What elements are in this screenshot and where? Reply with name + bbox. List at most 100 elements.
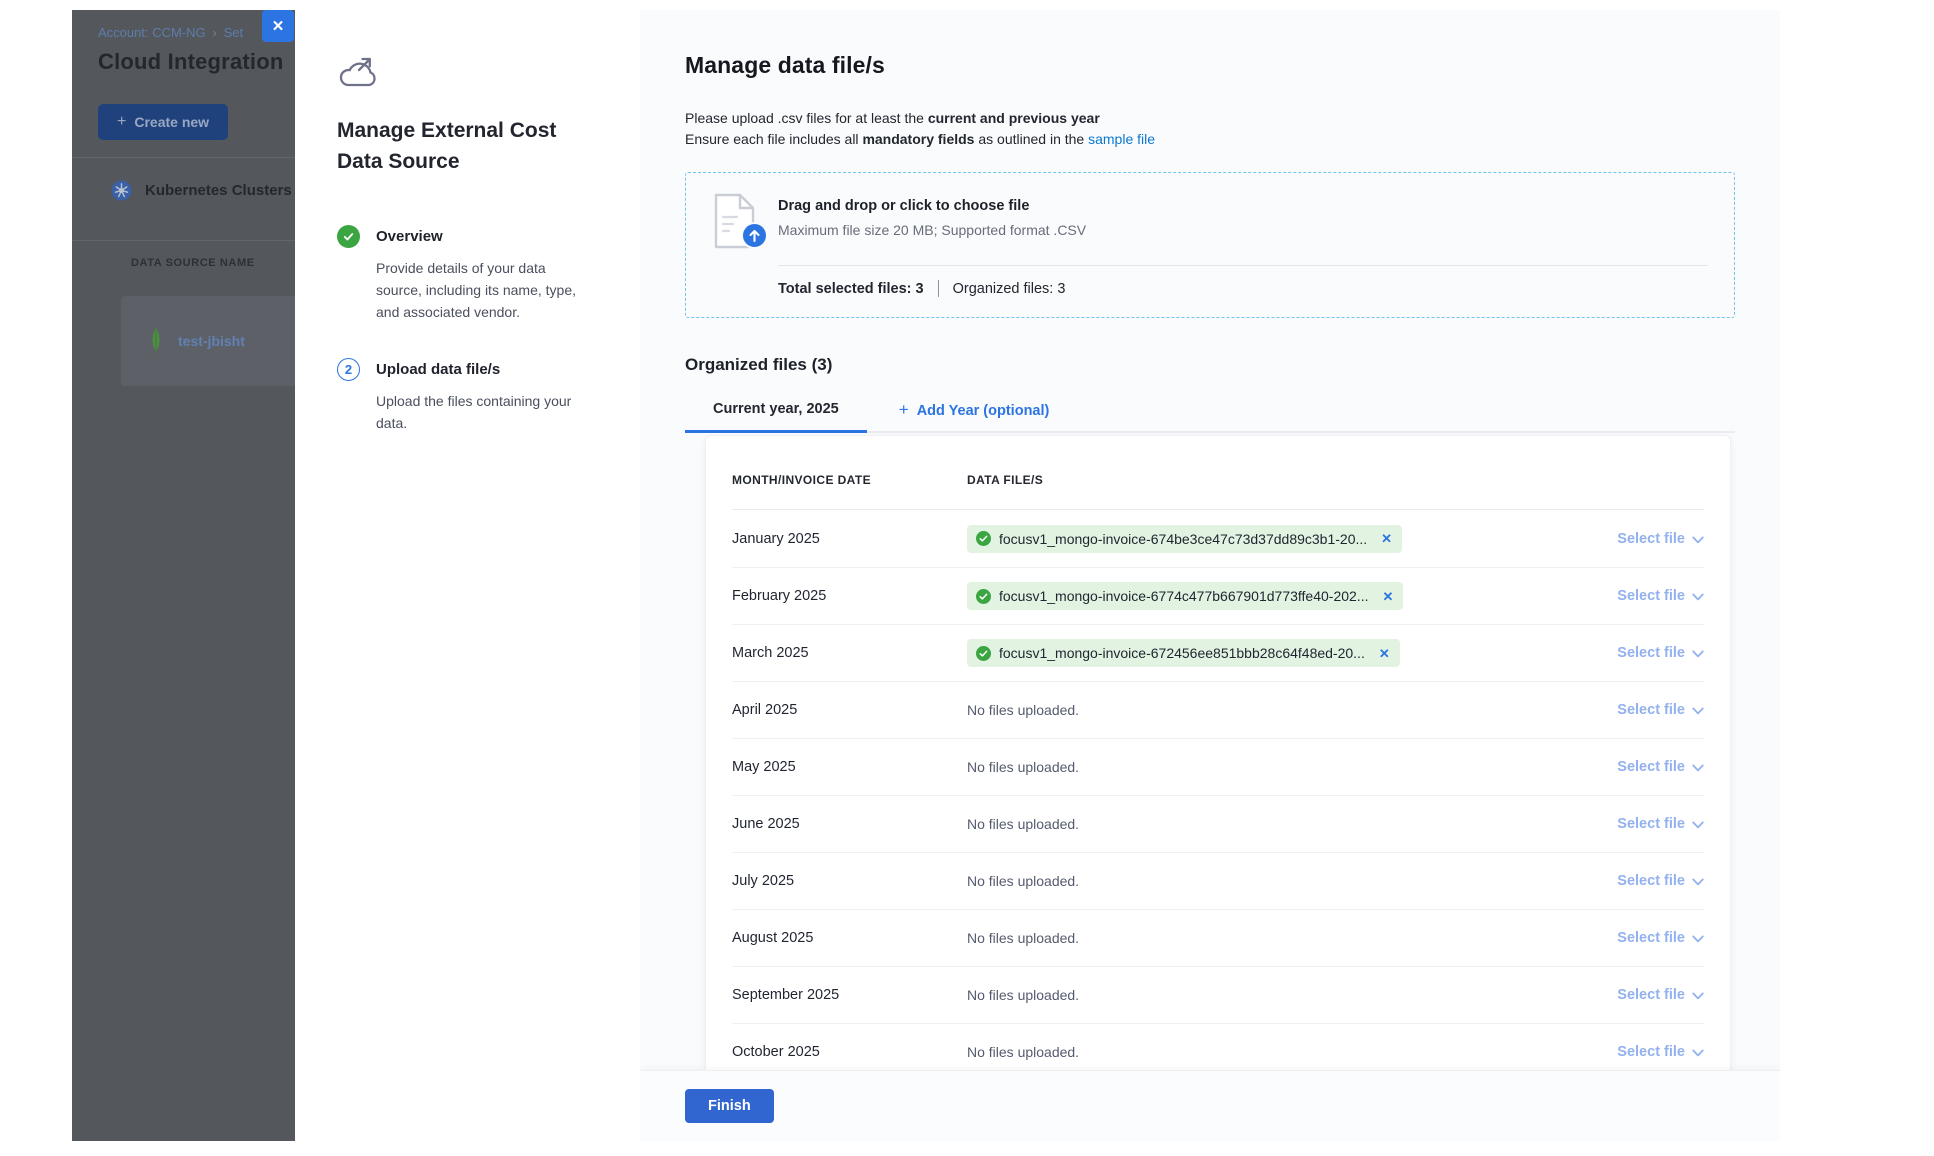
select-file-dropdown[interactable]: Select file: [1617, 873, 1704, 889]
create-new-label: Create new: [134, 114, 209, 130]
file-cell: No files uploaded.: [967, 987, 1584, 1003]
data-source-name-link[interactable]: test-jbisht: [178, 333, 245, 349]
table-row: May 2025No files uploaded. Select file: [732, 738, 1704, 795]
select-file-dropdown[interactable]: Select file: [1617, 588, 1704, 604]
file-cell: No files uploaded.: [967, 759, 1584, 775]
chevron-down-icon: [1692, 821, 1704, 829]
drawer-footer: Finish: [640, 1070, 1780, 1141]
upload-instructions: Please upload .csv files for at least th…: [685, 108, 1735, 150]
remove-file-icon[interactable]: ✕: [1382, 590, 1393, 603]
instruction-line-2: Ensure each file includes all mandatory …: [685, 129, 1735, 150]
upload-arrow-icon: [741, 222, 768, 249]
select-file-dropdown[interactable]: Select file: [1617, 930, 1704, 946]
chevron-down-icon: [1692, 764, 1704, 772]
no-files-text: No files uploaded.: [967, 873, 1079, 889]
file-cell: focusv1_mongo-invoice-674be3ce47c73d37dd…: [967, 525, 1584, 553]
add-year-label: Add Year (optional): [917, 403, 1050, 419]
select-file-label: Select file: [1617, 873, 1685, 889]
step-description: Provide details of your data source, inc…: [376, 257, 594, 323]
month-label: February 2025: [732, 588, 967, 604]
tab-kubernetes-clusters[interactable]: Kubernetes Clusters: [98, 158, 295, 223]
table-row: July 2025No files uploaded.Select file: [732, 852, 1704, 909]
step-label: Overview: [376, 226, 606, 248]
select-file-dropdown[interactable]: Select file: [1617, 759, 1704, 775]
table-row: February 2025 focusv1_mongo-invoice-6774c…: [732, 567, 1704, 624]
file-upload-icon: [712, 193, 760, 255]
month-label: May 2025: [732, 759, 967, 775]
divider: [938, 280, 939, 297]
uploaded-file-chip: focusv1_mongo-invoice-6774c477b667901d77…: [967, 582, 1403, 610]
total-selected-files: Total selected files: 3: [778, 281, 924, 297]
step-overview[interactable]: Overview Provide details of your data so…: [337, 226, 606, 323]
remove-file-icon[interactable]: ✕: [1379, 647, 1390, 660]
select-file-dropdown[interactable]: Select file: [1617, 645, 1704, 661]
upload-step-panel: Manage data file/s Please upload .csv fi…: [640, 10, 1780, 1141]
select-file-dropdown[interactable]: Select file: [1617, 1044, 1704, 1060]
close-button[interactable]: ✕: [262, 10, 294, 42]
month-label: January 2025: [732, 531, 967, 547]
dropzone-constraints: Maximum file size 20 MB; Supported forma…: [778, 222, 1086, 238]
file-dropzone[interactable]: Drag and drop or click to choose file Ma…: [685, 172, 1735, 318]
no-files-text: No files uploaded.: [967, 702, 1079, 718]
kubernetes-icon: [111, 180, 132, 201]
instruction-line-1: Please upload .csv files for at least th…: [685, 108, 1735, 129]
chevron-down-icon: [1692, 935, 1704, 943]
month-label: June 2025: [732, 816, 967, 832]
table-row: January 2025 focusv1_mongo-invoice-674be3…: [732, 510, 1704, 567]
file-cell: No files uploaded.: [967, 873, 1584, 889]
file-cell: focusv1_mongo-invoice-672456ee851bbb28c6…: [967, 639, 1584, 667]
file-name: focusv1_mongo-invoice-6774c477b667901d77…: [999, 588, 1368, 604]
select-file-dropdown[interactable]: Select file: [1617, 987, 1704, 1003]
no-files-text: No files uploaded.: [967, 987, 1079, 1003]
finish-button[interactable]: Finish: [685, 1089, 774, 1123]
file-cell: focusv1_mongo-invoice-6774c477b667901d77…: [967, 582, 1584, 610]
data-source-row[interactable]: test-jbisht: [121, 296, 295, 386]
sample-file-link[interactable]: sample file: [1088, 131, 1155, 147]
breadcrumb-account-link[interactable]: Account: CCM-NG: [98, 25, 206, 40]
select-file-dropdown[interactable]: Select file: [1617, 531, 1704, 547]
select-file-label: Select file: [1617, 1044, 1685, 1060]
chevron-down-icon: [1692, 992, 1704, 1000]
no-files-text: No files uploaded.: [967, 759, 1079, 775]
select-file-label: Select file: [1617, 588, 1685, 604]
data-source-name-column-header: DATA SOURCE NAME: [131, 257, 295, 269]
uploaded-file-chip: focusv1_mongo-invoice-672456ee851bbb28c6…: [967, 639, 1400, 667]
manage-data-source-drawer: ✕ Manage External Cost Data Source Overv…: [295, 10, 1780, 1141]
table-header-row: MONTH/INVOICE DATE DATA FILE/S: [732, 450, 1704, 510]
divider: [778, 265, 1708, 266]
step-complete-check-icon: [337, 225, 360, 248]
file-counts: Total selected files: 3 Organized files:…: [778, 280, 1708, 297]
file-name: focusv1_mongo-invoice-674be3ce47c73d37dd…: [999, 531, 1367, 547]
page-title: Cloud Integration: [98, 49, 295, 75]
select-file-label: Select file: [1617, 816, 1685, 832]
chevron-down-icon: [1692, 1049, 1704, 1057]
panel-heading: Manage data file/s: [685, 52, 1735, 79]
check-circle-icon: [976, 589, 991, 604]
file-name: focusv1_mongo-invoice-672456ee851bbb28c6…: [999, 645, 1365, 661]
month-label: April 2025: [732, 702, 967, 718]
table-row: June 2025No files uploaded.Select file: [732, 795, 1704, 852]
column-header-month: MONTH/INVOICE DATE: [732, 473, 967, 487]
table-row: March 2025focusv1_mongo-invoice-672456ee…: [732, 624, 1704, 681]
wizard-panel: Manage External Cost Data Source Overvie…: [295, 10, 640, 1141]
file-cell: No files uploaded.: [967, 1044, 1584, 1060]
monthly-files-card: MONTH/INVOICE DATE DATA FILE/S January 2…: [705, 435, 1731, 1081]
year-tabs: Current year, 2025 + Add Year (optional): [685, 390, 1735, 433]
select-file-dropdown[interactable]: Select file: [1617, 702, 1704, 718]
select-file-label: Select file: [1617, 645, 1685, 661]
no-files-text: No files uploaded.: [967, 930, 1079, 946]
dimmed-background-page: Account: CCM-NG › Set Cloud Integration …: [72, 10, 295, 1141]
chevron-down-icon: [1692, 878, 1704, 886]
add-year-button[interactable]: + Add Year (optional): [895, 390, 1054, 431]
step-upload-data-files[interactable]: 2 Upload data file/s Upload the files co…: [337, 359, 606, 434]
divider: [72, 240, 295, 241]
remove-file-icon[interactable]: ✕: [1381, 532, 1392, 545]
create-new-button[interactable]: + Create new: [98, 104, 228, 140]
month-label: August 2025: [732, 930, 967, 946]
select-file-dropdown[interactable]: Select file: [1617, 816, 1704, 832]
breadcrumb-section-link[interactable]: Set: [224, 25, 244, 40]
uploaded-file-chip: focusv1_mongo-invoice-674be3ce47c73d37dd…: [967, 525, 1402, 553]
step-number-badge: 2: [337, 358, 360, 381]
tab-current-year[interactable]: Current year, 2025: [685, 390, 867, 433]
mongodb-leaf-icon: [149, 328, 163, 355]
